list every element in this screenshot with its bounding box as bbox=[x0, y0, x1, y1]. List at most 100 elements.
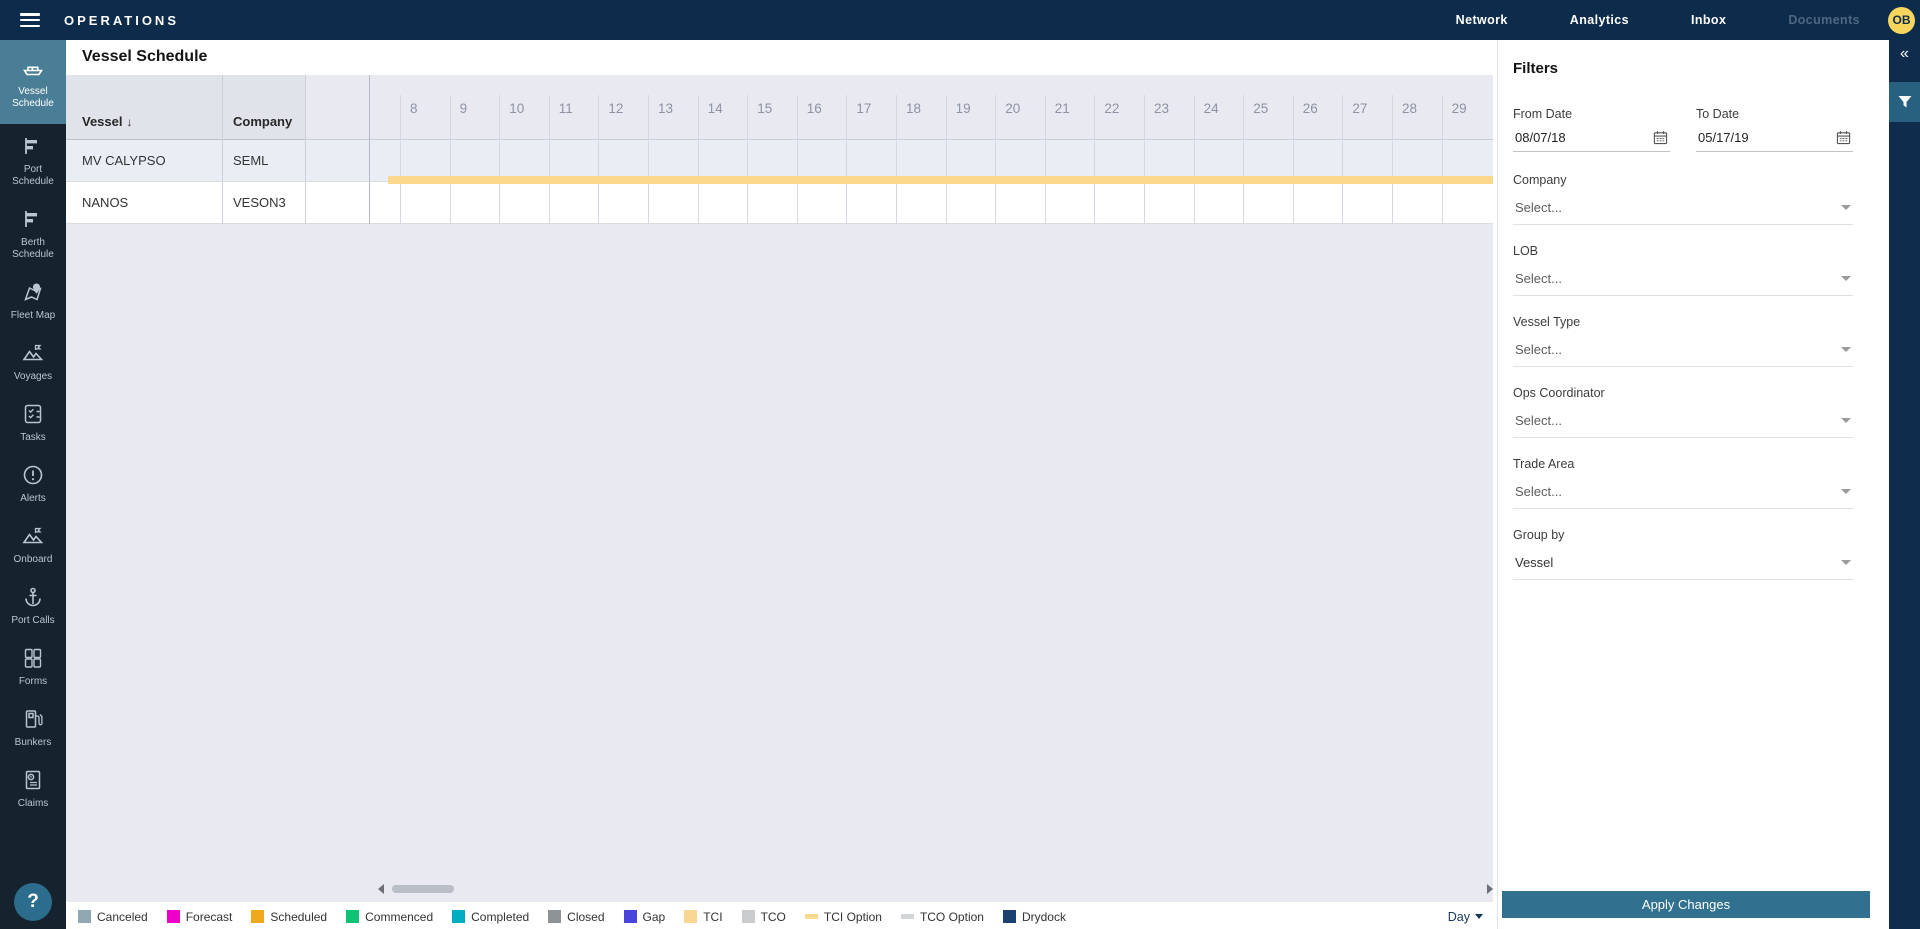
sidebar-item-alerts[interactable]: Alerts bbox=[0, 453, 66, 514]
filter-label-company: Company bbox=[1513, 173, 1853, 187]
to-date-field: To Date 05/17/19 bbox=[1696, 107, 1853, 152]
topnav-item-inbox[interactable]: Inbox bbox=[1691, 13, 1726, 27]
from-date-field: From Date 08/07/18 bbox=[1513, 107, 1670, 152]
timeline-day-14: 14 bbox=[698, 95, 748, 224]
filter-select-company[interactable]: Select... bbox=[1513, 194, 1853, 225]
help-button[interactable]: ? bbox=[14, 883, 52, 921]
vessel-name: MV CALYPSO bbox=[82, 140, 166, 181]
scrollbar-thumb[interactable] bbox=[392, 885, 454, 893]
filter-label-vessel-type: Vessel Type bbox=[1513, 315, 1853, 329]
legend-label: TCI Option bbox=[824, 910, 882, 924]
sidebar-item-onboard[interactable]: Onboard bbox=[0, 514, 66, 575]
sidebar: Vessel Schedule Port Schedule Berth Schedu… bbox=[0, 40, 66, 929]
filter-group-ops-coordinator: Ops Coordinator Select... bbox=[1513, 386, 1853, 438]
sidebar-item-port-calls[interactable]: Port Calls bbox=[0, 575, 66, 636]
sidebar-item-berth-schedule[interactable]: Berth Schedule bbox=[0, 197, 66, 270]
timeline-day-13: 13 bbox=[648, 95, 698, 224]
vessel-name: NANOS bbox=[82, 182, 128, 223]
topnav-item-analytics[interactable]: Analytics bbox=[1570, 13, 1629, 27]
timeline-day-12: 12 bbox=[598, 95, 648, 224]
legend-item-gap: Gap bbox=[624, 910, 666, 924]
filter-select-vessel-type[interactable]: Select... bbox=[1513, 336, 1853, 367]
route-icon bbox=[21, 341, 45, 365]
chevron-down-icon bbox=[1841, 489, 1851, 494]
to-date-input[interactable]: 05/17/19 bbox=[1698, 130, 1836, 145]
timeline-day-8: 8 bbox=[400, 95, 450, 224]
table-header: Vessel↓ Company bbox=[66, 75, 305, 140]
column-header-vessel[interactable]: Vessel↓ bbox=[82, 114, 133, 129]
legend-item-tco-option: TCO Option bbox=[901, 910, 984, 924]
timeline-day-20: 20 bbox=[995, 95, 1045, 224]
timeline-day-24: 24 bbox=[1194, 95, 1244, 224]
timescale-select[interactable]: Day bbox=[1448, 910, 1483, 924]
calendar-icon[interactable] bbox=[1836, 130, 1851, 145]
sidebar-item-vessel-schedule[interactable]: Vessel Schedule bbox=[0, 40, 66, 124]
chevron-down-icon bbox=[1841, 560, 1851, 565]
legend-label: Closed bbox=[567, 910, 604, 924]
filter-label-ops-coordinator: Ops Coordinator bbox=[1513, 386, 1853, 400]
sidebar-item-port-schedule[interactable]: Port Schedule bbox=[0, 124, 66, 197]
horizontal-scrollbar bbox=[378, 882, 1493, 896]
timeline-day-11: 11 bbox=[549, 95, 599, 224]
legend-swatch bbox=[452, 910, 465, 923]
filter-funnel-icon[interactable] bbox=[1889, 82, 1920, 122]
timescale-label: Day bbox=[1448, 910, 1470, 924]
legend-label: TCI bbox=[703, 910, 722, 924]
app-title: OPERATIONS bbox=[64, 13, 179, 28]
legend-swatch bbox=[1003, 910, 1016, 923]
topnav-item-documents[interactable]: Documents bbox=[1788, 13, 1860, 27]
menu-icon[interactable] bbox=[20, 13, 40, 27]
sidebar-item-claims[interactable]: Claims bbox=[0, 758, 66, 819]
sidebar-item-label: Voyages bbox=[14, 371, 52, 383]
sidebar-item-label: Onboard bbox=[14, 554, 53, 566]
legend-swatch bbox=[548, 910, 561, 923]
filter-group-company: Company Select... bbox=[1513, 173, 1853, 225]
page-title: Vessel Schedule bbox=[82, 48, 207, 66]
sidebar-item-label: Port Calls bbox=[11, 615, 54, 627]
filter-label-group-by: Group by bbox=[1513, 528, 1853, 542]
apply-changes-button[interactable]: Apply Changes bbox=[1502, 891, 1870, 918]
to-date-label: To Date bbox=[1696, 107, 1853, 121]
filter-group-trade-area: Trade Area Select... bbox=[1513, 457, 1853, 509]
sidebar-item-bunkers[interactable]: Bunkers bbox=[0, 697, 66, 758]
legend-item-completed: Completed bbox=[452, 910, 529, 924]
filter-select-trade-area[interactable]: Select... bbox=[1513, 478, 1853, 509]
sidebar-item-label: Port Schedule bbox=[12, 164, 54, 188]
from-date-label: From Date bbox=[1513, 107, 1670, 121]
from-date-input[interactable]: 08/07/18 bbox=[1515, 130, 1653, 145]
scroll-left-arrow-icon[interactable] bbox=[378, 884, 384, 894]
topnav-item-network[interactable]: Network bbox=[1456, 13, 1508, 27]
sidebar-item-fleet-map[interactable]: Fleet Map bbox=[0, 270, 66, 331]
timeline-period-separator bbox=[369, 75, 370, 224]
calendar-icon[interactable] bbox=[1653, 130, 1668, 145]
sidebar-item-tasks[interactable]: Tasks bbox=[0, 392, 66, 453]
timeline-day-27: 27 bbox=[1342, 95, 1392, 224]
avatar[interactable]: OB bbox=[1888, 7, 1915, 34]
timeline-day-29: 29 bbox=[1442, 95, 1492, 224]
legend-item-scheduled: Scheduled bbox=[251, 910, 327, 924]
collapse-panel-icon[interactable]: « bbox=[1889, 44, 1920, 64]
legend-label: TCO bbox=[761, 910, 786, 924]
legend-item-drydock: Drydock bbox=[1003, 910, 1066, 924]
filter-selects: CompanySelect...LOBSelect...Vessel TypeS… bbox=[1513, 173, 1853, 580]
main-content: Vessel Schedule MV CALYPSOSEMLNANOSVESON… bbox=[66, 40, 1497, 929]
filter-select-group-by[interactable]: Vessel bbox=[1513, 549, 1853, 580]
gantt-bar-tci-option[interactable] bbox=[388, 176, 1493, 184]
legend-label: Gap bbox=[643, 910, 666, 924]
legend-item-closed: Closed bbox=[548, 910, 604, 924]
app-root: OPERATIONS Network Analytics Inbox Document… bbox=[0, 0, 1920, 929]
legend-label: Forecast bbox=[186, 910, 233, 924]
filter-select-ops-coordinator[interactable]: Select... bbox=[1513, 407, 1853, 438]
chevron-down-icon bbox=[1841, 418, 1851, 423]
filter-select-lob[interactable]: Select... bbox=[1513, 265, 1853, 296]
sidebar-item-forms[interactable]: Forms bbox=[0, 636, 66, 697]
legend-items: CanceledForecastScheduledCommencedComple… bbox=[78, 910, 1066, 924]
legend-swatch bbox=[901, 914, 914, 919]
filter-select-value: Select... bbox=[1515, 342, 1841, 357]
sidebar-item-voyages[interactable]: Voyages bbox=[0, 331, 66, 392]
filter-label-trade-area: Trade Area bbox=[1513, 457, 1853, 471]
column-header-company[interactable]: Company bbox=[233, 114, 292, 129]
chevron-down-icon bbox=[1841, 347, 1851, 352]
date-range-row: From Date 08/07/18 To Date 05/17/19 bbox=[1513, 107, 1853, 152]
scroll-right-arrow-icon[interactable] bbox=[1487, 884, 1493, 894]
